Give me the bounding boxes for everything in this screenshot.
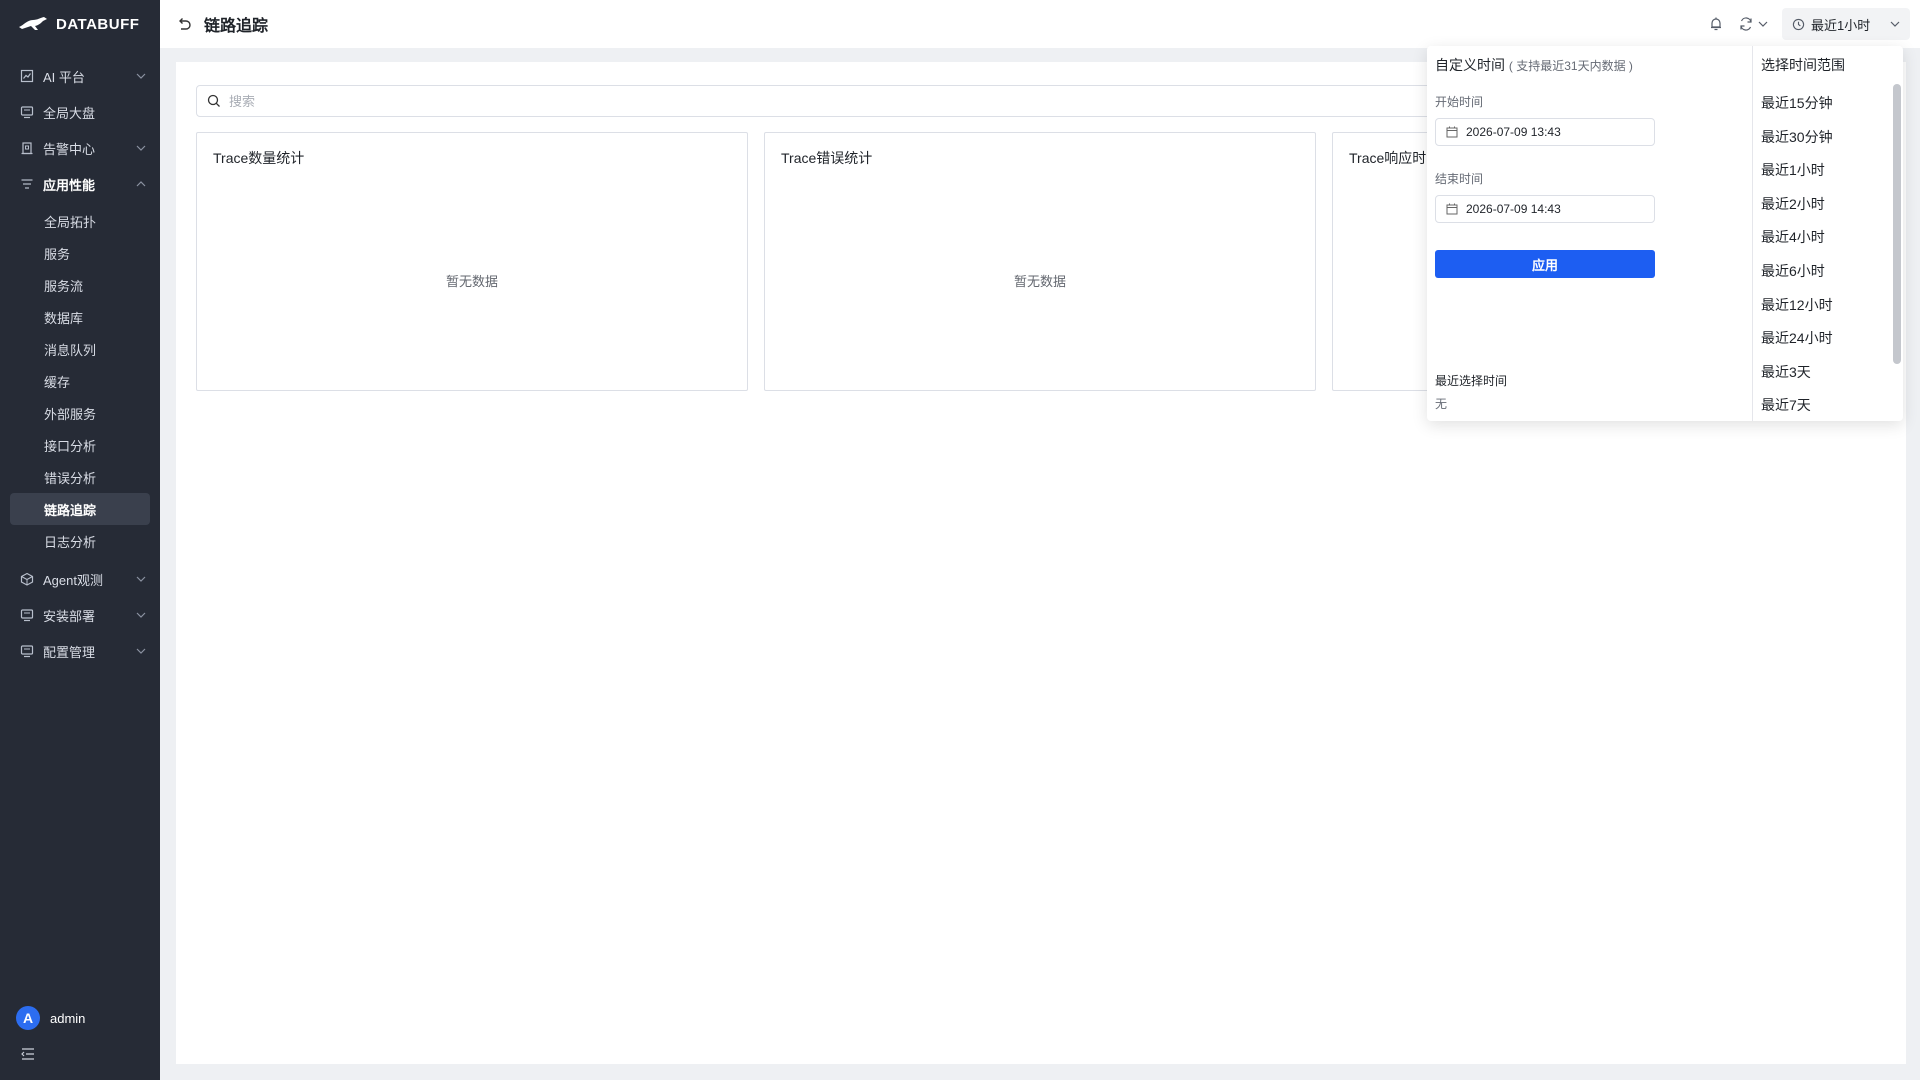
end-time-value: 2026-07-09 14:43 bbox=[1466, 202, 1561, 216]
start-time-value: 2026-07-09 13:43 bbox=[1466, 125, 1561, 139]
time-range-list: 最近15分钟 最近30分钟 最近1小时 最近2小时 最近4小时 最近6小时 最近… bbox=[1761, 87, 1895, 421]
chevron-down-icon bbox=[136, 145, 146, 151]
sidebar-item-label: AI 平台 bbox=[43, 69, 85, 85]
end-time-label: 结束时间 bbox=[1435, 172, 1484, 186]
calendar-icon bbox=[1446, 126, 1458, 138]
sidebar-item-label: 应用性能 bbox=[43, 177, 96, 193]
monitor-icon bbox=[20, 106, 34, 119]
sidebar-item-trace[interactable]: 链路追踪 bbox=[10, 493, 150, 525]
sidebar-item-cache[interactable]: 缓存 bbox=[10, 365, 150, 397]
custom-time-panel: 自定义时间 ( 支持最近31天内数据 ) 开始时间 2026-07-09 13:… bbox=[1427, 46, 1753, 421]
range-item[interactable]: 最近3天 bbox=[1761, 356, 1895, 390]
apply-button[interactable]: 应用 bbox=[1435, 250, 1655, 278]
scrollbar[interactable] bbox=[1893, 84, 1901, 364]
trace-error-card: Trace错误统计 暂无数据 bbox=[764, 132, 1316, 391]
sidebar-item-label: 全局大盘 bbox=[43, 105, 96, 121]
sidebar-item-global-dashboard[interactable]: 全局大盘 bbox=[0, 94, 160, 130]
logo[interactable]: DATABUFF bbox=[0, 0, 160, 48]
time-range-panel: 选择时间范围 最近15分钟 最近30分钟 最近1小时 最近2小时 最近4小时 最… bbox=[1753, 46, 1903, 421]
search-input[interactable] bbox=[229, 93, 829, 109]
sidebar-item-app-performance[interactable]: 应用性能 bbox=[0, 166, 160, 202]
chevron-down-icon bbox=[136, 612, 146, 618]
sidebar-item-install-deploy[interactable]: 安装部署 bbox=[0, 597, 160, 633]
monitor-icon bbox=[20, 645, 34, 658]
cube-icon bbox=[20, 572, 34, 586]
sidebar-item-alert-center[interactable]: 告警中心 bbox=[0, 130, 160, 166]
custom-time-note: ( 支持最近31天内数据 ) bbox=[1508, 59, 1633, 73]
brand-name: DATABUFF bbox=[56, 15, 140, 33]
back-icon[interactable] bbox=[176, 16, 192, 32]
sidebar-item-label: 告警中心 bbox=[43, 141, 96, 157]
trace-count-card: Trace数量统计 暂无数据 bbox=[196, 132, 748, 391]
recent-selection-label: 最近选择时间 bbox=[1435, 374, 1508, 388]
sidebar-item-api-analysis[interactable]: 接口分析 bbox=[10, 429, 150, 461]
empty-state: 暂无数据 bbox=[445, 274, 498, 289]
time-range-label: 最近1小时 bbox=[1811, 17, 1871, 33]
sidebar-item-label: Agent观测 bbox=[43, 572, 103, 588]
sidebar-item-service[interactable]: 服务 bbox=[10, 237, 150, 269]
sidebar-item-service-flow[interactable]: 服务流 bbox=[10, 269, 150, 301]
sidebar-item-agent-observe[interactable]: Agent观测 bbox=[0, 561, 160, 597]
leopard-logo-icon bbox=[19, 17, 47, 30]
time-picker-popover: 自定义时间 ( 支持最近31天内数据 ) 开始时间 2026-07-09 13:… bbox=[1427, 46, 1903, 421]
custom-time-title: 自定义时间 ( 支持最近31天内数据 ) bbox=[1435, 55, 1744, 75]
range-item[interactable]: 最近4小时 bbox=[1761, 221, 1895, 255]
chevron-up-icon bbox=[136, 181, 146, 187]
range-item[interactable]: 最近15分钟 bbox=[1761, 87, 1895, 121]
empty-state: 暂无数据 bbox=[1013, 274, 1066, 289]
chevron-down-icon bbox=[1890, 21, 1900, 27]
calendar-icon bbox=[1446, 203, 1458, 215]
clock-icon bbox=[1792, 18, 1805, 30]
chevron-down-icon bbox=[136, 648, 146, 654]
sidebar-item-label: 安装部署 bbox=[43, 608, 96, 624]
app-performance-submenu: 全局拓扑 服务 服务流 数据库 消息队列 缓存 外部服务 接口分析 错误分析 链… bbox=[0, 202, 160, 561]
card-title: Trace错误统计 bbox=[781, 150, 873, 166]
top-header: 链路追踪 最近1小时 bbox=[160, 0, 1920, 48]
start-time-label: 开始时间 bbox=[1435, 95, 1484, 109]
sidebar-item-global-topology[interactable]: 全局拓扑 bbox=[10, 205, 150, 237]
header-actions: 最近1小时 bbox=[1708, 8, 1910, 40]
range-item[interactable]: 最近7天 bbox=[1761, 389, 1895, 421]
custom-time-title-text: 自定义时间 bbox=[1435, 57, 1505, 73]
range-item[interactable]: 最近2小时 bbox=[1761, 188, 1895, 222]
sidebar-nav: AI 平台 全局大盘 告警中心 应用性能 全局拓扑 服务 服务流 数据库 消息队… bbox=[0, 48, 160, 669]
sidebar-item-database[interactable]: 数据库 bbox=[10, 301, 150, 333]
time-range-button[interactable]: 最近1小时 bbox=[1782, 8, 1910, 40]
search-icon bbox=[207, 94, 220, 107]
chevron-down-icon[interactable] bbox=[1758, 19, 1768, 29]
chevron-down-icon bbox=[136, 73, 146, 79]
time-range-title: 选择时间范围 bbox=[1761, 57, 1845, 73]
range-item[interactable]: 最近24小时 bbox=[1761, 322, 1895, 356]
filter-list-icon bbox=[21, 179, 33, 189]
sidebar-item-ai-platform[interactable]: AI 平台 bbox=[0, 58, 160, 94]
building-icon bbox=[21, 142, 33, 155]
sidebar-item-external-service[interactable]: 外部服务 bbox=[10, 397, 150, 429]
range-item[interactable]: 最近30分钟 bbox=[1761, 121, 1895, 155]
sidebar: DATABUFF AI 平台 全局大盘 告警中心 应用性能 全局拓扑 服务 服务… bbox=[0, 0, 160, 1080]
recent-selection-value: 无 bbox=[1435, 397, 1448, 411]
user-profile[interactable]: A admin bbox=[16, 1006, 85, 1030]
sidebar-item-message-queue[interactable]: 消息队列 bbox=[10, 333, 150, 365]
sidebar-item-error-analysis[interactable]: 错误分析 bbox=[10, 461, 150, 493]
refresh-control[interactable] bbox=[1738, 16, 1768, 32]
sidebar-item-config-management[interactable]: 配置管理 bbox=[0, 633, 160, 669]
collapse-menu-icon[interactable] bbox=[20, 1046, 36, 1062]
sidebar-item-label: 配置管理 bbox=[43, 644, 96, 660]
sidebar-item-log-analysis[interactable]: 日志分析 bbox=[10, 525, 150, 557]
start-time-input[interactable]: 2026-07-09 13:43 bbox=[1435, 118, 1655, 146]
username: admin bbox=[50, 1010, 86, 1026]
refresh-icon[interactable] bbox=[1738, 16, 1754, 32]
monitor-icon bbox=[20, 609, 34, 622]
chart-icon bbox=[20, 69, 34, 83]
recent-selection: 最近选择时间 无 bbox=[1435, 372, 1507, 412]
card-title: Trace数量统计 bbox=[213, 150, 305, 166]
range-item[interactable]: 最近1小时 bbox=[1761, 154, 1895, 188]
chevron-down-icon bbox=[136, 576, 146, 582]
range-item[interactable]: 最近12小时 bbox=[1761, 289, 1895, 323]
bell-icon[interactable] bbox=[1708, 16, 1724, 32]
page-title: 链路追踪 bbox=[204, 18, 269, 35]
avatar: A bbox=[16, 1006, 40, 1030]
range-item[interactable]: 最近6小时 bbox=[1761, 255, 1895, 289]
end-time-input[interactable]: 2026-07-09 14:43 bbox=[1435, 195, 1655, 223]
